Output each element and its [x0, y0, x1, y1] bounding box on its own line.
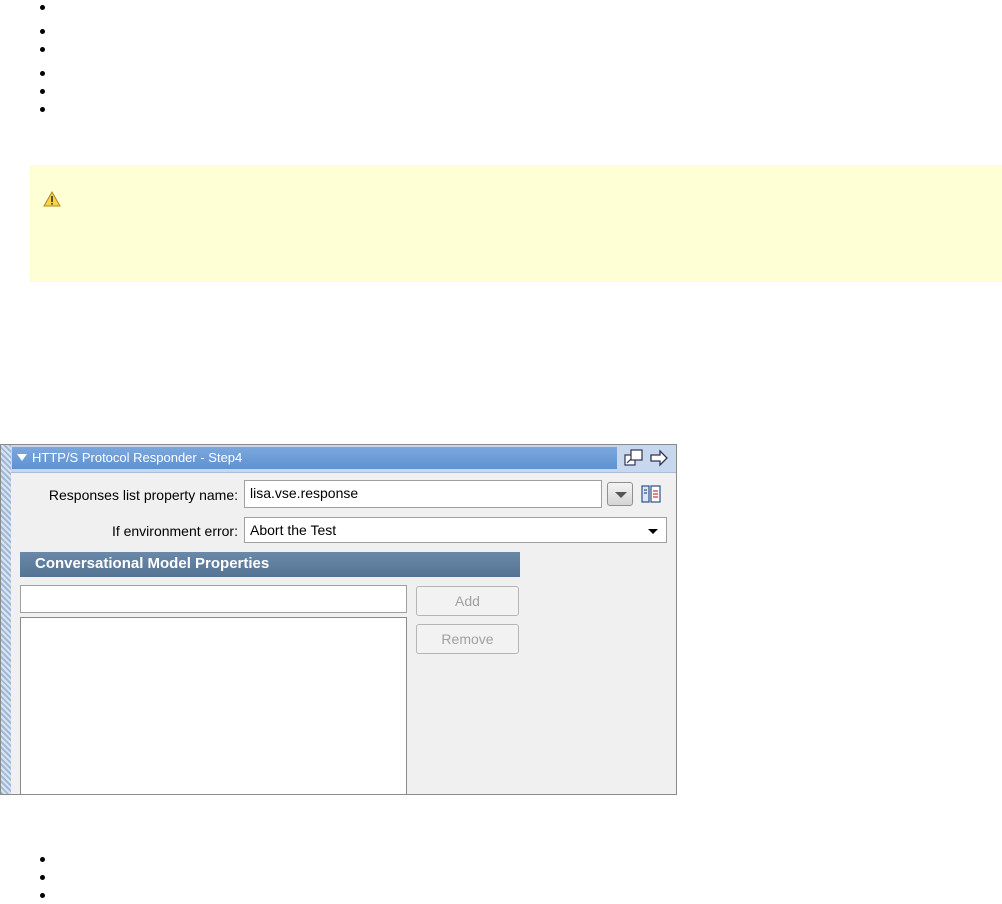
properties-icon[interactable]: [641, 484, 661, 504]
panel-title-bar[interactable]: HTTP/S Protocol Responder - Step4: [12, 447, 617, 469]
panel-side-stripe: [1, 445, 11, 794]
responses-list-label: Responses list property name:: [48, 487, 238, 503]
collapse-triangle-icon: [17, 454, 27, 461]
float-window-icon[interactable]: [624, 449, 644, 467]
property-name-input[interactable]: [20, 585, 407, 613]
responses-dropdown-button[interactable]: [607, 482, 633, 506]
responses-list-input[interactable]: lisa.vse.response: [244, 480, 602, 508]
warning-box: [30, 165, 1002, 282]
panel-title: HTTP/S Protocol Responder - Step4: [17, 450, 242, 465]
property-list[interactable]: [20, 617, 407, 794]
remove-button[interactable]: Remove: [416, 624, 519, 654]
panel-header: HTTP/S Protocol Responder - Step4: [11, 445, 676, 473]
arrow-right-icon[interactable]: [649, 449, 669, 467]
environment-error-select[interactable]: Abort the Test: [244, 517, 667, 543]
chevron-down-icon: [648, 529, 658, 534]
environment-error-value: Abort the Test: [250, 522, 337, 538]
section-header: Conversational Model Properties: [20, 552, 520, 577]
protocol-responder-panel: HTTP/S Protocol Responder - Step4 Respon…: [0, 444, 677, 795]
section-title: Conversational Model Properties: [35, 555, 270, 572]
environment-error-label: If environment error:: [111, 523, 238, 539]
add-button[interactable]: Add: [416, 586, 519, 616]
warning-icon: [43, 191, 61, 207]
